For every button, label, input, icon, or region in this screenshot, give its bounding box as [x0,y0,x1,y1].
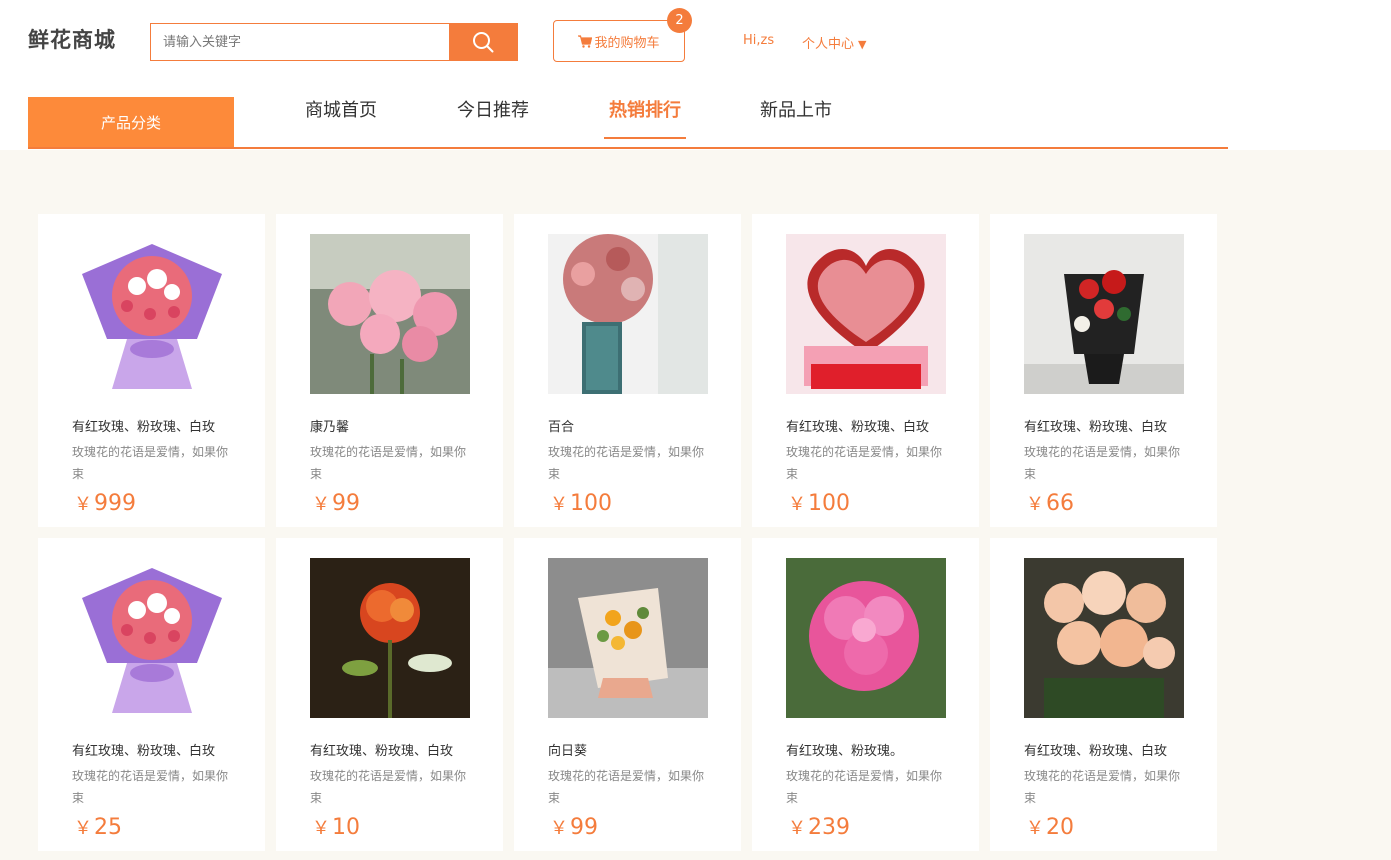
product-image-pink-camellia[interactable] [786,558,946,718]
product-name[interactable]: 有红玫瑰、粉玫瑰、白玫 [72,740,232,759]
product-name[interactable]: 有红玫瑰、粉玫瑰、白玫 [1024,740,1184,759]
product-desc: 玫瑰花的花语是爱情，如果你束 [786,445,943,481]
product-price: ￥100 [788,491,850,516]
user-center-label: 个人中心 [802,37,855,52]
product-name[interactable]: 百合 [548,416,708,435]
product-price: ￥20 [1026,815,1074,840]
product-image-orange-rose[interactable] [310,558,470,718]
product-image-lily-vase[interactable] [548,234,708,394]
product-image-heart-box[interactable] [786,234,946,394]
product-name[interactable]: 有红玫瑰、粉玫瑰、白玫 [786,416,946,435]
product-name[interactable]: 有红玫瑰、粉玫瑰、白玫 [310,740,470,759]
product-card[interactable]: 有红玫瑰、粉玫瑰、白玫 玫瑰花的花语是爱情，如果你束 ￥100 [752,214,979,527]
product-price: ￥239 [788,815,850,840]
cart-label: 我的购物车 [594,34,660,50]
product-desc: 玫瑰花的花语是爱情，如果你束 [72,769,229,805]
product-image-peach-roses[interactable] [1024,558,1184,718]
cart-button[interactable]: 我的购物车 [553,20,685,62]
product-desc: 玫瑰花的花语是爱情，如果你束 [1024,769,1181,805]
product-card[interactable]: 有红玫瑰、粉玫瑰。 玫瑰花的花语是爱情，如果你束 ￥239 [752,538,979,851]
product-desc: 玫瑰花的花语是爱情，如果你束 [310,769,467,805]
product-card[interactable]: 有红玫瑰、粉玫瑰、白玫 玫瑰花的花语是爱情，如果你束 ￥10 [276,538,503,851]
product-name[interactable]: 有红玫瑰、粉玫瑰。 [786,740,946,759]
site-logo[interactable]: 鲜花商城 [28,24,116,54]
user-greeting[interactable]: Hi,zs [743,33,774,48]
product-desc: 玫瑰花的花语是爱情，如果你束 [548,445,705,481]
product-card[interactable]: 百合 玫瑰花的花语是爱情，如果你束 ￥100 [514,214,741,527]
product-image-red-bouquet[interactable] [1024,234,1184,394]
product-image-carnation[interactable] [310,234,470,394]
product-price: ￥99 [550,815,598,840]
product-desc: 玫瑰花的花语是爱情，如果你束 [786,769,943,805]
product-image-bouquet-lily[interactable] [72,558,232,718]
product-image-sunflower[interactable] [548,558,708,718]
search-bar [150,23,518,61]
product-card[interactable]: 有红玫瑰、粉玫瑰、白玫 玫瑰花的花语是爱情，如果你束 ￥66 [990,214,1217,527]
product-card[interactable]: 向日葵 玫瑰花的花语是爱情，如果你束 ￥99 [514,538,741,851]
product-card[interactable]: 有红玫瑰、粉玫瑰、白玫 玫瑰花的花语是爱情，如果你束 ￥999 [38,214,265,527]
search-button[interactable] [449,23,518,61]
product-card[interactable]: 有红玫瑰、粉玫瑰、白玫 玫瑰花的花语是爱情，如果你束 ￥20 [990,538,1217,851]
search-input[interactable] [150,23,450,61]
nav-home[interactable]: 商城首页 [305,97,377,139]
caret-down-icon: ▼ [858,38,867,51]
product-price: ￥100 [550,491,612,516]
product-desc: 玫瑰花的花语是爱情，如果你束 [1024,445,1181,481]
product-name[interactable]: 有红玫瑰、粉玫瑰、白玫 [72,416,232,435]
product-grid: 有红玫瑰、粉玫瑰、白玫 玫瑰花的花语是爱情，如果你束 ￥999 康乃馨 玫瑰花的… [0,150,1391,860]
nav-new-arrivals[interactable]: 新品上市 [760,97,832,139]
product-name[interactable]: 有红玫瑰、粉玫瑰、白玫 [1024,416,1184,435]
nav-recommend[interactable]: 今日推荐 [457,97,529,139]
product-desc: 玫瑰花的花语是爱情，如果你束 [310,445,467,481]
site-header: 鲜花商城 我的购物车 2 Hi,zs 个人中心▼ 产品分类 商城首页 今日推荐 … [0,0,1391,150]
product-desc: 玫瑰花的花语是爱情，如果你束 [548,769,705,805]
product-desc: 玫瑰花的花语是爱情，如果你束 [72,445,229,481]
product-category-button[interactable]: 产品分类 [28,97,234,147]
product-price: ￥10 [312,815,360,840]
product-price: ￥66 [1026,491,1074,516]
product-name[interactable]: 向日葵 [548,740,708,759]
product-card[interactable]: 康乃馨 玫瑰花的花语是爱情，如果你束 ￥99 [276,214,503,527]
user-center-menu[interactable]: 个人中心 ▼ [802,33,866,52]
product-image-bouquet-lily[interactable] [72,234,232,394]
product-price: ￥99 [312,491,360,516]
product-name[interactable]: 康乃馨 [310,416,470,435]
main-nav: 产品分类 商城首页 今日推荐 热销排行 新品上市 [28,97,1228,149]
cart-icon [578,34,593,48]
product-card[interactable]: 有红玫瑰、粉玫瑰、白玫 玫瑰花的花语是爱情，如果你束 ￥25 [38,538,265,851]
product-price: ￥999 [74,491,136,516]
nav-hot-ranking[interactable]: 热销排行 [604,97,686,139]
cart-count-badge: 2 [667,8,692,33]
product-price: ￥25 [74,815,122,840]
search-icon [473,32,494,53]
